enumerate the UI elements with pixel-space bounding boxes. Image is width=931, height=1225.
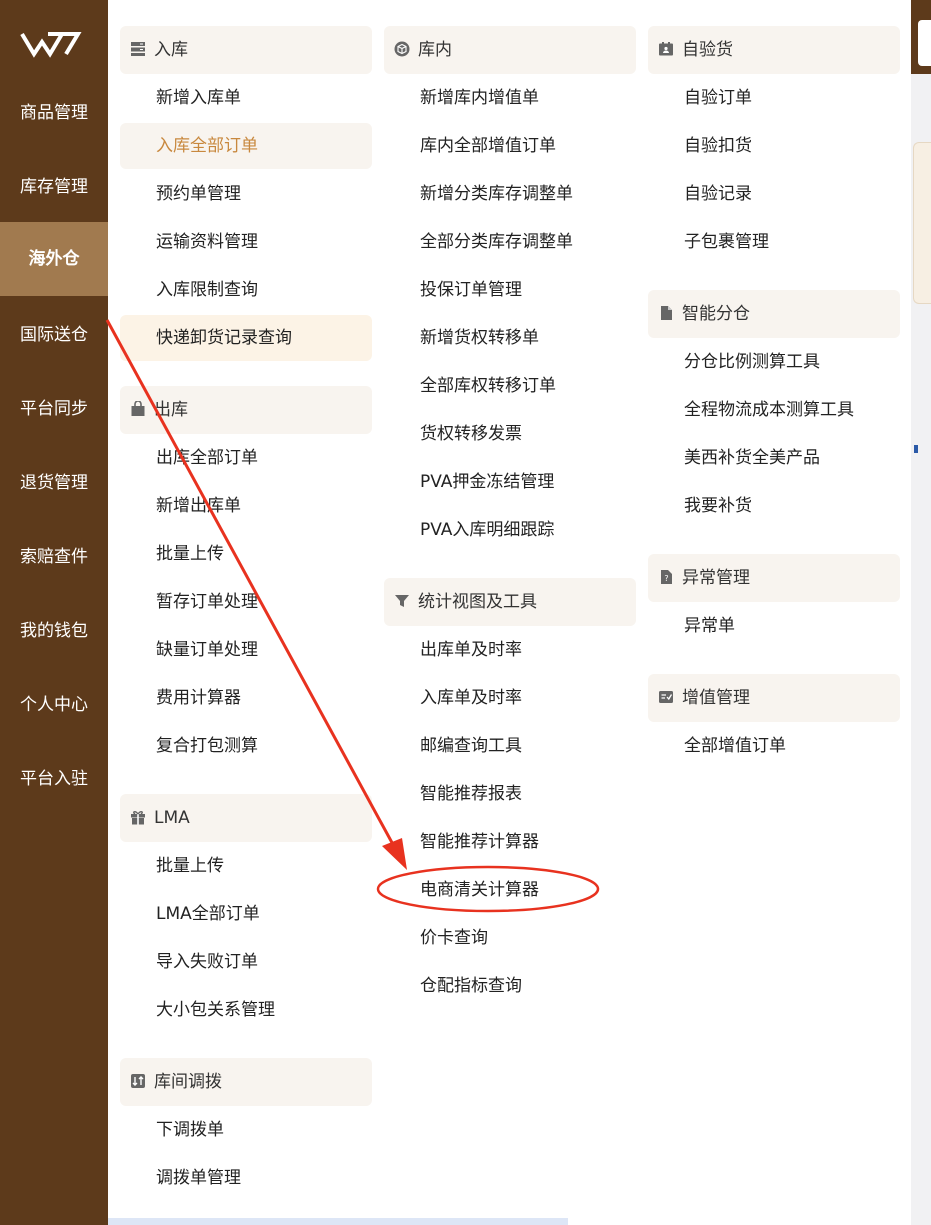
menu-item-all-ownership[interactable]: 全部库权转移订单 (384, 363, 636, 409)
group-title: 统计视图及工具 (418, 592, 537, 612)
funnel-icon (395, 595, 409, 607)
gift-icon (131, 811, 145, 825)
menu-item-transfer-manage[interactable]: 调拨单管理 (120, 1155, 372, 1201)
menu-item-rate-card[interactable]: 价卡查询 (384, 915, 636, 961)
nav-item-returns[interactable]: 退货管理 (0, 446, 108, 520)
group-exception: ? 异常管理 (648, 554, 900, 602)
transfer-icon (131, 1074, 145, 1088)
menu-item-create-transfer[interactable]: 下调拨单 (120, 1107, 372, 1153)
menu-item-replenish[interactable]: 我要补货 (648, 483, 900, 529)
menu-item-shortage-orders[interactable]: 缺量订单处理 (120, 627, 372, 673)
menu-item-all-outbound[interactable]: 出库全部订单 (120, 435, 372, 481)
group-title: 智能分仓 (682, 304, 750, 324)
menu-item-lma-batch-upload[interactable]: 批量上传 (120, 843, 372, 889)
nav-item-inventory[interactable]: 库存管理 (0, 150, 108, 224)
menu-item-new-va[interactable]: 新增库内增值单 (384, 75, 636, 121)
group-outbound: 出库 (120, 386, 372, 434)
nav-item-claims[interactable]: 索赔查件 (0, 520, 108, 594)
group-title: 异常管理 (682, 568, 750, 588)
group-selfcheck: 自验货 (648, 26, 900, 74)
group-warehouse: 库内 (384, 26, 636, 74)
menu-item-composite-packing[interactable]: 复合打包测算 (120, 723, 372, 769)
menu-item-split-ratio[interactable]: 分仓比例测算工具 (648, 339, 900, 385)
menu-item-inbound-timeliness[interactable]: 入库单及时率 (384, 675, 636, 721)
menu-item-pva-tracking[interactable]: PVA入库明细跟踪 (384, 507, 636, 553)
menu-item-inbound-limits[interactable]: 入库限制查询 (120, 267, 372, 313)
menu-item-import-failed[interactable]: 导入失败订单 (120, 939, 372, 985)
group-transfer: 库间调拨 (120, 1058, 372, 1106)
menu-item-all-inbound-orders[interactable]: 入库全部订单 (120, 123, 372, 169)
nav-item-overseas-warehouse[interactable]: 海外仓 (0, 222, 108, 296)
group-title: 库内 (418, 40, 452, 60)
menu-item-new-outbound[interactable]: 新增出库单 (120, 483, 372, 529)
nav-item-platform-sync[interactable]: 平台同步 (0, 372, 108, 446)
menu-item-customs-calculator[interactable]: 电商清关计算器 (384, 867, 636, 913)
menu-item-new-ownership[interactable]: 新增货权转移单 (384, 315, 636, 361)
menu-item-lma-all-orders[interactable]: LMA全部订单 (120, 891, 372, 937)
menu-item-batch-upload[interactable]: 批量上传 (120, 531, 372, 577)
menu-item-outbound-timeliness[interactable]: 出库单及时率 (384, 627, 636, 673)
background-tab (918, 20, 931, 66)
menu-item-all-va-orders[interactable]: 全部增值订单 (648, 723, 900, 769)
group-title: 自验货 (682, 40, 733, 60)
document-icon (661, 306, 672, 320)
horizontal-scrollbar[interactable] (108, 1218, 568, 1225)
nav-item-onboarding[interactable]: 平台入驻 (0, 742, 108, 816)
menu-item-new-adjust[interactable]: 新增分类库存调整单 (384, 171, 636, 217)
nav-item-product[interactable]: 商品管理 (0, 76, 108, 150)
group-title: LMA (154, 808, 190, 828)
svg-text:?: ? (664, 574, 668, 583)
menu-item-pva-deposit[interactable]: PVA押金冻结管理 (384, 459, 636, 505)
background-marker (914, 445, 918, 453)
group-inbound: 入库 (120, 26, 372, 74)
sidebar: 商品管理 库存管理 海外仓 国际送仓 平台同步 退货管理 索赔查件 我的钱包 个… (0, 0, 108, 1225)
bag-icon (131, 401, 145, 416)
menu-item-all-adjust[interactable]: 全部分类库存调整单 (384, 219, 636, 265)
server-icon (131, 42, 145, 56)
check-card-icon (659, 691, 673, 703)
menu-item-package-relation[interactable]: 大小包关系管理 (120, 987, 372, 1033)
nav-item-profile[interactable]: 个人中心 (0, 668, 108, 742)
id-card-icon (659, 42, 673, 56)
question-doc-icon: ? (661, 570, 672, 584)
menu-item-fee-calculator[interactable]: 费用计算器 (120, 675, 372, 721)
group-title: 增值管理 (682, 688, 750, 708)
menu-item-smart-report[interactable]: 智能推荐报表 (384, 771, 636, 817)
logo-icon (20, 32, 82, 58)
menu-item-west-replenish[interactable]: 美西补货全美产品 (648, 435, 900, 481)
menu-item-express-unload[interactable]: 快递卸货记录查询 (120, 315, 372, 361)
menu-item-hold-orders[interactable]: 暂存订单处理 (120, 579, 372, 625)
menu-item-zip-lookup[interactable]: 邮编查询工具 (384, 723, 636, 769)
menu-item-selfcheck-orders[interactable]: 自验订单 (648, 75, 900, 121)
box-icon (394, 41, 410, 57)
group-stats: 统计视图及工具 (384, 578, 636, 626)
group-lma: LMA (120, 794, 372, 842)
nav-item-wallet[interactable]: 我的钱包 (0, 594, 108, 668)
group-smart-split: 智能分仓 (648, 290, 900, 338)
menu-item-new-inbound[interactable]: 新增入库单 (120, 75, 372, 121)
group-title: 库间调拨 (154, 1072, 222, 1092)
menu-item-subpackage[interactable]: 子包裹管理 (648, 219, 900, 265)
nav-item-intl-delivery[interactable]: 国际送仓 (0, 298, 108, 372)
menu-item-warehouse-metrics[interactable]: 仓配指标查询 (384, 963, 636, 1009)
group-title: 入库 (154, 40, 188, 60)
menu-item-smart-calculator[interactable]: 智能推荐计算器 (384, 819, 636, 865)
menu-item-exception-orders[interactable]: 异常单 (648, 603, 900, 649)
group-valueadd: 增值管理 (648, 674, 900, 722)
menu-item-selfcheck-records[interactable]: 自验记录 (648, 171, 900, 217)
menu-item-all-va[interactable]: 库内全部增值订单 (384, 123, 636, 169)
menu-item-appointment[interactable]: 预约单管理 (120, 171, 372, 217)
menu-item-logistics-cost[interactable]: 全程物流成本测算工具 (648, 387, 900, 433)
menu-item-ownership-invoice[interactable]: 货权转移发票 (384, 411, 636, 457)
menu-item-insurance[interactable]: 投保订单管理 (384, 267, 636, 313)
group-title: 出库 (154, 400, 188, 420)
menu-item-transport-docs[interactable]: 运输资料管理 (120, 219, 372, 265)
background-card (913, 142, 931, 304)
menu-item-selfcheck-hold[interactable]: 自验扣货 (648, 123, 900, 169)
